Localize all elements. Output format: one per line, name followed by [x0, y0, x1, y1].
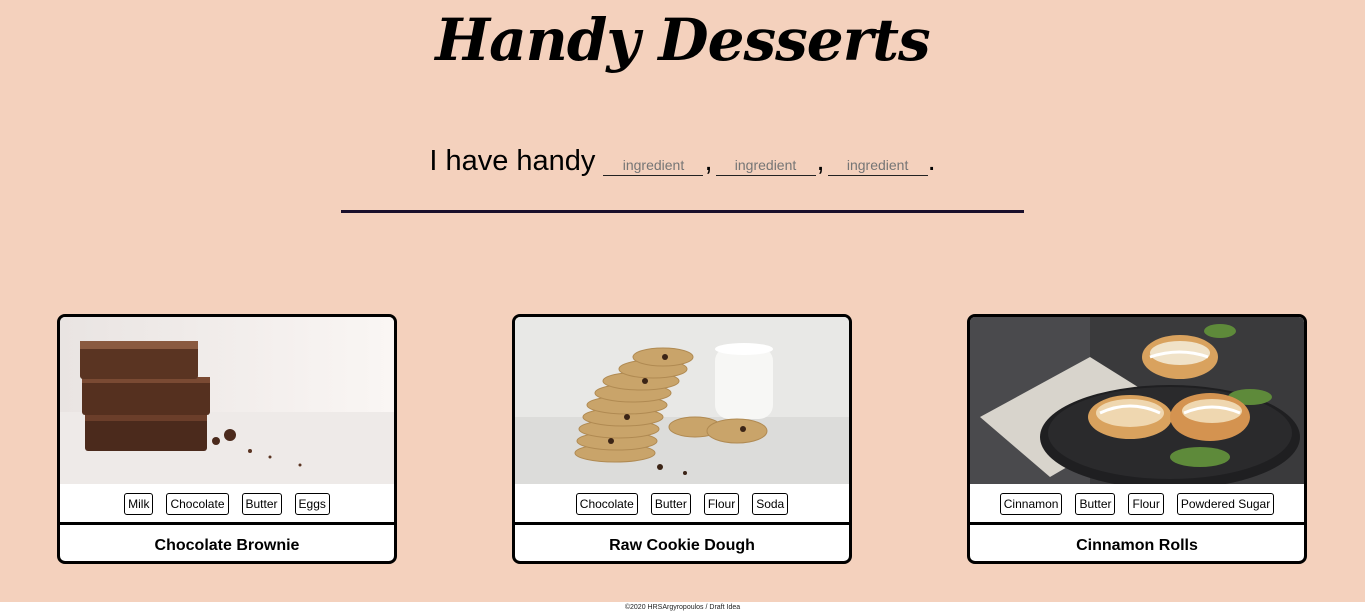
ingredient-chips: Milk Chocolate Butter Eggs	[60, 486, 394, 522]
separator: ,	[704, 145, 713, 177]
ingredient-chip[interactable]: Flour	[1128, 493, 1164, 515]
ingredient-chip[interactable]: Soda	[752, 493, 789, 515]
card-divider	[970, 522, 1304, 525]
ingredient-chips: Chocolate Butter Flour Soda	[515, 486, 849, 522]
ingredient-chips: Cinnamon Butter Flour Powdered Sugar	[970, 486, 1304, 522]
separator: ,	[816, 145, 825, 177]
ingredient-input-3[interactable]	[827, 149, 928, 176]
ingredient-chip[interactable]: Flour	[703, 493, 740, 515]
ingredient-chip[interactable]: Butter	[650, 493, 691, 515]
ingredient-input-1[interactable]	[603, 149, 704, 176]
sentence-suffix: .	[927, 145, 936, 177]
brownie-photo	[60, 317, 394, 484]
site-title: Handy Desserts	[435, 6, 930, 74]
cinnamon-rolls-photo	[970, 317, 1304, 484]
ingredient-chip[interactable]: Cinnamon	[999, 493, 1063, 515]
sentence-prefix: I have handy	[429, 145, 596, 177]
recipe-name[interactable]: Chocolate Brownie	[60, 528, 394, 561]
recipe-card-chocolate-brownie[interactable]: Milk Chocolate Butter Eggs Chocolate Bro…	[57, 314, 397, 564]
recipe-card-cinnamon-rolls[interactable]: Cinnamon Butter Flour Powdered Sugar Cin…	[967, 314, 1307, 564]
footer: ©2020 HRSArgyropoulos / Draft Idea	[0, 602, 1365, 615]
card-divider	[60, 522, 394, 525]
ingredient-chip[interactable]: Butter	[241, 493, 282, 515]
recipe-name[interactable]: Raw Cookie Dough	[515, 528, 849, 561]
ingredient-sentence: I have handy ,,.	[0, 142, 1365, 180]
ingredient-chip[interactable]: Eggs	[294, 493, 330, 515]
ingredient-chip[interactable]: Chocolate	[166, 493, 229, 515]
divider	[341, 210, 1024, 213]
recipe-card-raw-cookie-dough[interactable]: Chocolate Butter Flour Soda Raw Cookie D…	[512, 314, 852, 564]
cookies-photo	[515, 317, 849, 484]
ingredient-chip[interactable]: Butter	[1075, 493, 1116, 515]
card-divider	[515, 522, 849, 525]
ingredient-chip[interactable]: Milk	[124, 493, 154, 515]
ingredient-chip[interactable]: Powdered Sugar	[1176, 493, 1275, 515]
ingredient-chip[interactable]: Chocolate	[575, 493, 638, 515]
ingredient-input-2[interactable]	[715, 149, 816, 176]
recipe-name[interactable]: Cinnamon Rolls	[970, 528, 1304, 561]
